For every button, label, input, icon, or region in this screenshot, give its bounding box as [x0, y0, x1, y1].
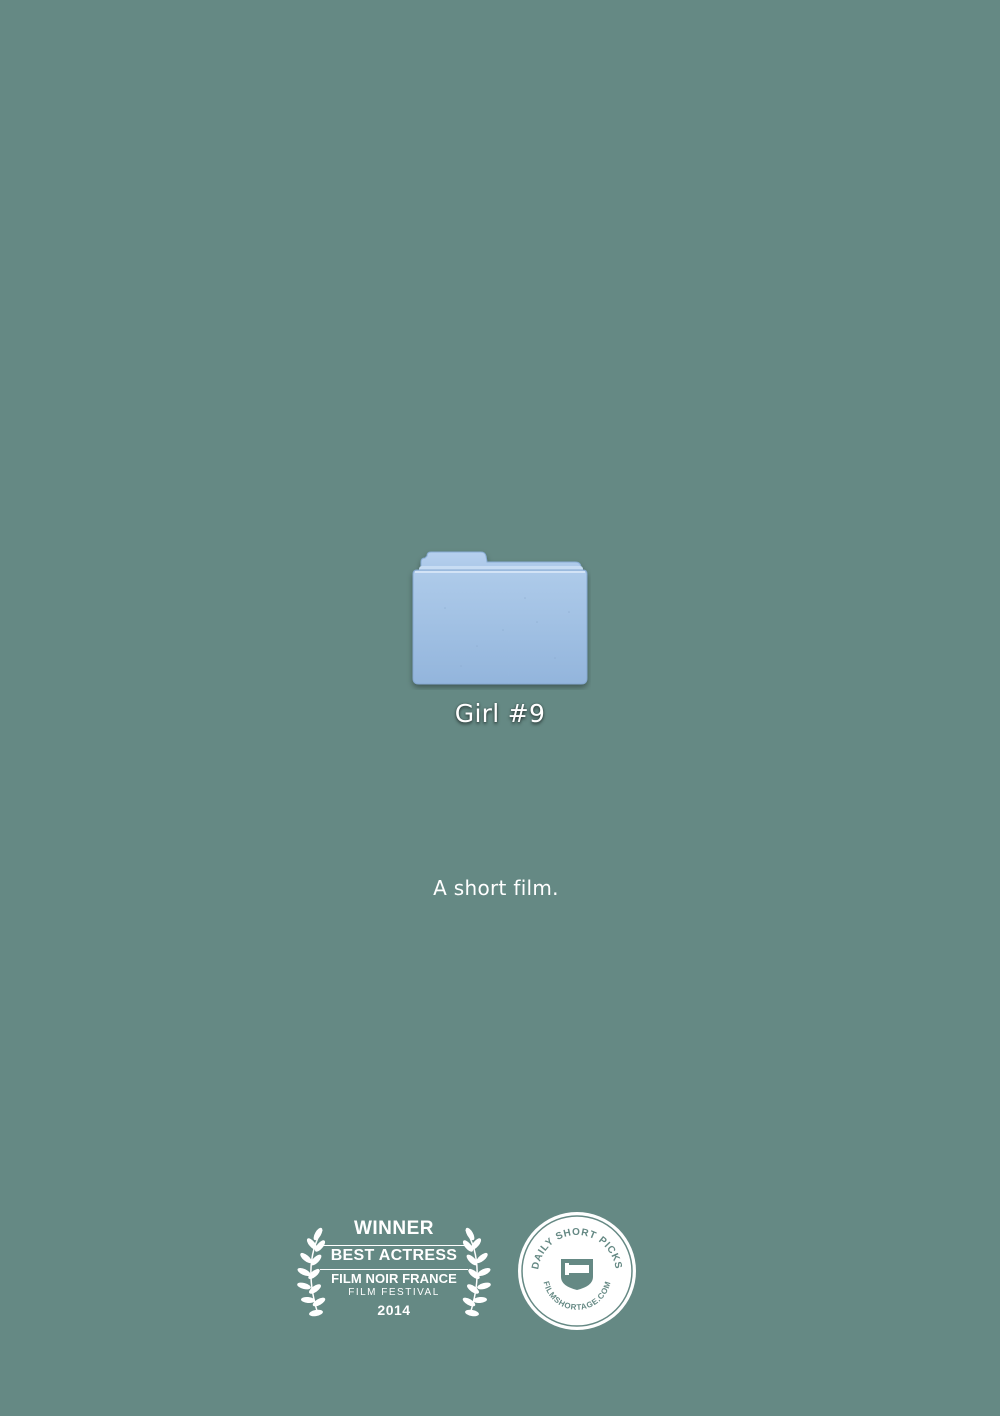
- folder-graphic: [412, 551, 588, 685]
- laurel-winner: WINNER: [353, 1218, 435, 1239]
- laurel-festival-sub: FILM FESTIVAL: [348, 1287, 440, 1298]
- tagline: A short film.: [433, 876, 559, 900]
- award-laurel: WINNER BEST ACTRESS FILM NOIR FRANCE FIL…: [296, 1214, 492, 1326]
- laurel-festival: FILM NOIR FRANCE: [331, 1271, 457, 1286]
- seal-mark-icon: [561, 1259, 593, 1290]
- seal-graphic: DAILY SHORT PICKS FILMSHORTAGE.COM: [518, 1212, 636, 1330]
- laurel-divider: [320, 1245, 468, 1246]
- laurel-divider: [320, 1269, 468, 1270]
- folder-label: Girl #9: [454, 699, 546, 728]
- film-shortage-seal-icon: DAILY SHORT PICKS FILMSHORTAGE.COM: [516, 1210, 638, 1332]
- folder-icon[interactable]: [405, 548, 591, 690]
- laurel-award: BEST ACTRESS: [330, 1247, 458, 1264]
- laurel-year: 2014: [377, 1302, 411, 1318]
